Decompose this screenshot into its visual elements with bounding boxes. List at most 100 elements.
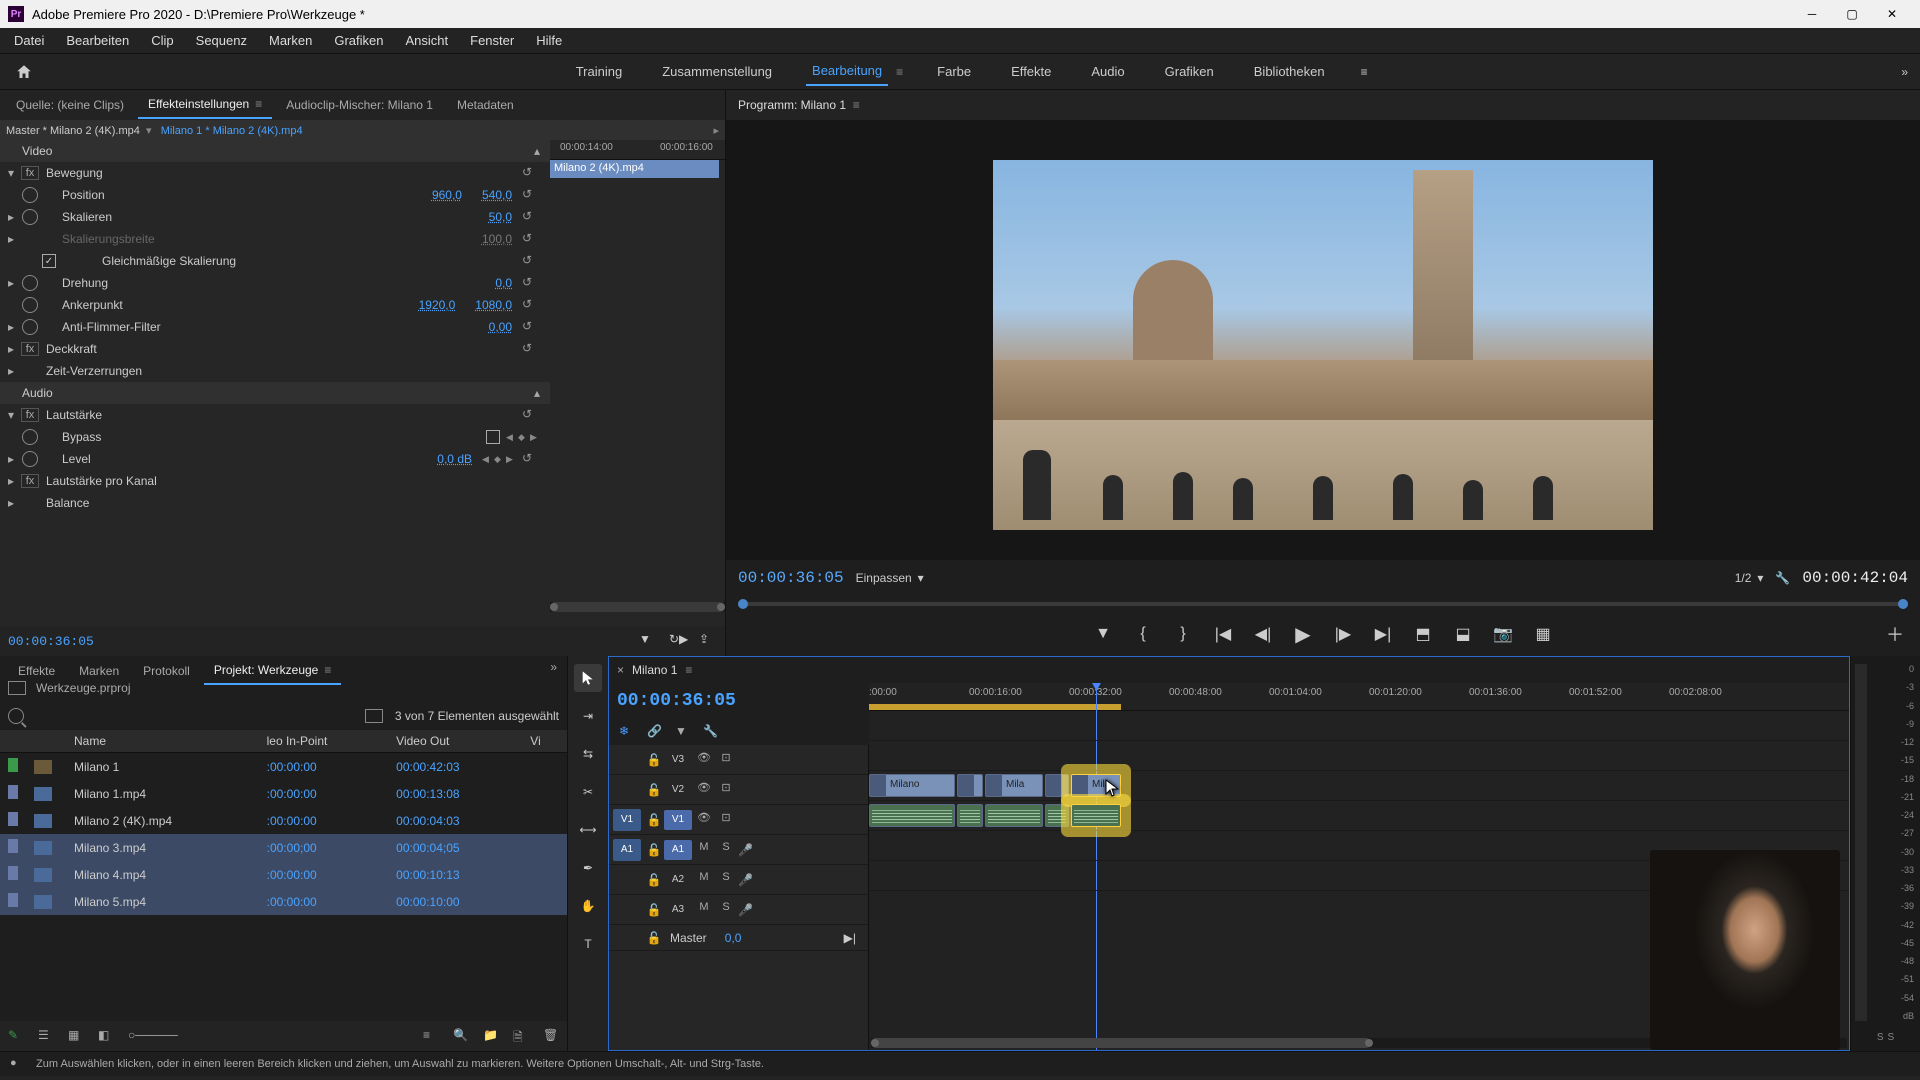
razor-tool[interactable]: ✂ — [574, 778, 602, 806]
voiceover-icon[interactable]: 🎤 — [738, 873, 754, 887]
motion-effect[interactable]: Bewegung — [42, 166, 522, 180]
menu-grafiken[interactable]: Grafiken — [324, 29, 393, 52]
reset-icon[interactable]: ↺ — [522, 209, 538, 225]
bin-icon[interactable] — [8, 681, 26, 695]
panel-menu-icon[interactable]: ≡ — [853, 98, 860, 112]
video-track[interactable] — [869, 741, 1849, 771]
hand-tool[interactable]: ✋ — [574, 892, 602, 920]
mute-toggle[interactable]: M — [694, 871, 714, 889]
stopwatch-icon[interactable] — [22, 319, 38, 335]
twirl-icon[interactable]: ▸ — [4, 496, 18, 510]
stopwatch-icon[interactable] — [22, 187, 38, 203]
trash-icon[interactable]: 🗑 — [543, 1028, 559, 1044]
effect-timeline-column[interactable]: 00:00:14:00 00:00:16:00 Milano 2 (4K).mp… — [550, 140, 725, 626]
column-header[interactable]: Name — [66, 730, 259, 753]
stopwatch-icon[interactable] — [22, 297, 38, 313]
new-bin-icon[interactable]: 📁 — [483, 1028, 499, 1044]
workspace-effekte[interactable]: Effekte — [1005, 58, 1057, 85]
new-item-icon[interactable]: 🗎 — [513, 1028, 529, 1044]
anchor-x-value[interactable]: 1920,0 — [409, 298, 466, 312]
project-row[interactable]: Milano 1.mp4:00:00:0000:00:13:08 — [0, 780, 567, 807]
effect-timecode[interactable]: 00:00:36:05 — [8, 634, 94, 649]
lock-icon[interactable]: 🔓 — [646, 903, 662, 917]
video-clip[interactable]: Mila — [985, 774, 1043, 797]
close-sequence-icon[interactable]: × — [617, 663, 624, 677]
video-clip[interactable]: Mila — [1071, 774, 1121, 797]
twirl-icon[interactable]: ▸ — [4, 364, 18, 378]
column-header[interactable]: Vi — [522, 730, 567, 753]
mute-toggle[interactable]: M — [694, 901, 714, 919]
twirl-icon[interactable]: ▾ — [4, 166, 18, 180]
source-tab[interactable]: Metadaten — [447, 92, 524, 118]
find-icon[interactable]: 🔍 — [453, 1028, 469, 1044]
source-tab[interactable]: Effekteinstellungen≡ — [138, 91, 272, 119]
track-output-toggle[interactable]: 👁 — [694, 811, 714, 829]
reset-icon[interactable]: ↺ — [522, 451, 538, 467]
menu-clip[interactable]: Clip — [141, 29, 183, 52]
twirl-icon[interactable]: ▸ — [4, 474, 18, 488]
track-output-toggle[interactable]: 👁 — [694, 781, 714, 799]
minimize-button[interactable]: ─ — [1802, 4, 1822, 24]
program-fit-dropdown[interactable]: Einpassen ▾ — [856, 571, 924, 585]
track-select-tool[interactable]: ⇥ — [574, 702, 602, 730]
selection-tool[interactable] — [574, 664, 602, 692]
play-only-icon[interactable]: ▸ — [713, 124, 719, 137]
antiflicker-value[interactable]: 0,00 — [479, 320, 522, 334]
add-keyframe-icon[interactable]: ◆ — [494, 454, 504, 464]
voiceover-icon[interactable]: 🎤 — [738, 843, 754, 857]
next-keyframe-icon[interactable]: ▶ — [506, 454, 516, 464]
export-icon[interactable]: ⇪ — [699, 632, 717, 650]
bypass-checkbox[interactable] — [486, 430, 500, 444]
work-area-bar[interactable] — [869, 704, 1121, 710]
position-y-value[interactable]: 540,0 — [472, 188, 522, 202]
twirl-icon[interactable]: ▸ — [4, 452, 18, 466]
workspace-grafiken[interactable]: Grafiken — [1159, 58, 1220, 85]
video-track-header[interactable]: V1🔓V1👁⊡ — [609, 805, 868, 835]
audio-clip[interactable] — [1045, 804, 1069, 827]
loop-icon[interactable]: ↻▶ — [669, 632, 687, 650]
solo-toggle[interactable]: S — [716, 901, 736, 919]
step-forward-button[interactable]: |▶ — [1332, 623, 1354, 645]
preview-toggle-icon[interactable] — [365, 709, 383, 723]
project-row[interactable]: Milano 2 (4K).mp4:00:00:0000:00:04:03 — [0, 807, 567, 834]
stopwatch-icon[interactable] — [22, 275, 38, 291]
lock-icon[interactable]: 🔓 — [646, 843, 662, 857]
video-clip[interactable] — [1045, 774, 1069, 797]
audio-meters[interactable]: 0-3-6-9-12-15-18-21-24-27-30-33-36-39-42… — [1850, 656, 1920, 1051]
scale-value[interactable]: 50,0 — [479, 210, 522, 224]
button-editor-icon[interactable]: ＋ — [1886, 621, 1904, 647]
go-to-in-button[interactable]: |◀ — [1212, 623, 1234, 645]
twirl-icon[interactable]: ▸ — [4, 320, 18, 334]
timeline-settings-icon[interactable]: 🔧 — [703, 724, 719, 740]
volume-effect[interactable]: Lautstärke — [42, 408, 522, 422]
sync-lock-icon[interactable]: ⊡ — [716, 811, 736, 829]
snap-icon[interactable]: ❄ — [619, 724, 635, 740]
program-video-frame[interactable] — [993, 160, 1653, 530]
solo-toggle[interactable]: S — [716, 841, 736, 859]
column-header[interactable]: Video Out — [388, 730, 522, 753]
auto-sort-icon[interactable]: ≡ — [423, 1028, 439, 1044]
uniform-scale-checkbox[interactable] — [42, 254, 56, 268]
menu-bearbeiten[interactable]: Bearbeiten — [56, 29, 139, 52]
comparison-view-button[interactable]: ▦ — [1532, 623, 1554, 645]
search-icon[interactable] — [8, 708, 24, 724]
zoom-slider[interactable]: ○───── — [128, 1028, 144, 1044]
menu-sequenz[interactable]: Sequenz — [186, 29, 257, 52]
sync-lock-icon[interactable]: ⊡ — [716, 751, 736, 769]
reset-icon[interactable]: ↺ — [522, 231, 538, 247]
stopwatch-icon[interactable] — [22, 429, 38, 445]
reset-icon[interactable]: ↺ — [522, 187, 538, 203]
project-row[interactable]: Milano 5.mp4:00:00:0000:00:10:00 — [0, 888, 567, 915]
sync-lock-icon[interactable]: ⊡ — [716, 781, 736, 799]
collapse-icon[interactable]: ▴ — [534, 386, 540, 400]
video-track-header[interactable]: 🔓V3👁⊡ — [609, 745, 868, 775]
source-tab[interactable]: Quelle: (keine Clips) — [6, 92, 134, 118]
reset-icon[interactable]: ↺ — [522, 319, 538, 335]
solo-left[interactable]: S — [1877, 1032, 1884, 1043]
mark-in-button[interactable]: { — [1132, 623, 1154, 645]
audio-track-header[interactable]: A1🔓A1MS🎤 — [609, 835, 868, 865]
type-tool[interactable]: T — [574, 930, 602, 958]
maximize-button[interactable]: ▢ — [1842, 4, 1862, 24]
opacity-effect[interactable]: Deckkraft — [42, 342, 522, 356]
workspace-bibliotheken[interactable]: Bibliotheken — [1248, 58, 1331, 85]
